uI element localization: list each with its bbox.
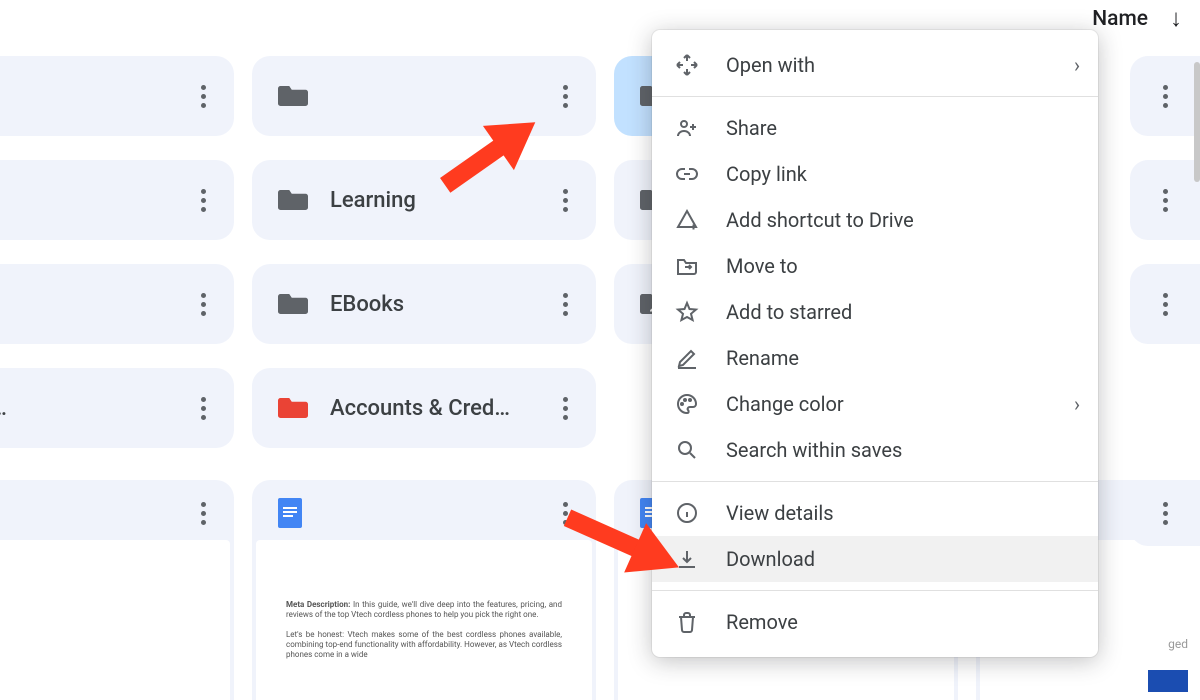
folder-item[interactable]: Accounts & Cred… — [252, 368, 596, 448]
file-preview: Net0.02522.50.025250.02522.50.02537.5127… — [0, 540, 230, 700]
menu-label: Move to — [726, 254, 1080, 278]
more-actions-button[interactable] — [552, 502, 578, 525]
folder-icon — [278, 187, 308, 213]
document-icon — [278, 498, 302, 528]
menu-label: Add to starred — [726, 300, 1080, 324]
file-card[interactable]: 251 Net0.02522.50.025250.02522.50.02537.… — [0, 480, 234, 700]
sort-direction-down-icon: ↓ — [1170, 4, 1182, 33]
menu-remove[interactable]: Remove — [652, 599, 1098, 645]
more-actions-button[interactable] — [552, 397, 578, 420]
menu-label: Open with — [726, 53, 1048, 77]
chevron-right-icon: › — [1074, 392, 1080, 416]
more-actions-button[interactable] — [190, 397, 216, 420]
more-actions-button[interactable] — [190, 502, 216, 525]
folder-item[interactable]: ec… — [0, 368, 234, 448]
context-menu: Open with › Share Copy link Add shortcut… — [652, 30, 1098, 657]
more-actions-button[interactable] — [1152, 189, 1178, 212]
sort-label: Name — [1092, 7, 1148, 31]
file-preview: Meta Description: In this guide, we'll d… — [256, 540, 592, 700]
menu-label: Search within saves — [726, 438, 1080, 462]
folder-item[interactable] — [252, 56, 596, 136]
folder-item-peek[interactable] — [1130, 264, 1200, 344]
menu-download[interactable]: Download — [652, 536, 1098, 582]
trash-icon — [674, 609, 700, 635]
folder-item[interactable]: Learning — [252, 160, 596, 240]
folder-label: ec… — [0, 396, 7, 421]
move-icon — [674, 253, 700, 279]
file-card-peek[interactable] — [1130, 480, 1200, 546]
more-actions-button[interactable] — [552, 293, 578, 316]
shortcut-icon — [674, 207, 700, 233]
folder-item[interactable]: g… — [0, 56, 234, 136]
file-peek-column — [1130, 480, 1200, 546]
menu-label: Add shortcut to Drive — [726, 208, 1080, 232]
peek-column — [1130, 56, 1200, 344]
menu-add-starred[interactable]: Add to starred — [652, 289, 1098, 335]
sort-header[interactable]: Name ↓ — [1092, 4, 1182, 33]
file-card[interactable]: Meta Description: In this guide, we'll d… — [252, 480, 596, 700]
menu-separator — [652, 481, 1098, 482]
more-actions-button[interactable] — [552, 85, 578, 108]
link-icon — [674, 161, 700, 187]
more-actions-button[interactable] — [1152, 293, 1178, 316]
more-actions-button[interactable] — [1152, 502, 1178, 525]
folder-item-peek[interactable] — [1130, 56, 1200, 136]
menu-label: Rename — [726, 346, 1080, 370]
folder-label: EBooks — [330, 292, 404, 317]
folder-item[interactable] — [0, 160, 234, 240]
menu-label: Share — [726, 116, 1080, 140]
star-icon — [674, 299, 700, 325]
menu-label: View details — [726, 501, 1080, 525]
chevron-right-icon: › — [1074, 53, 1080, 77]
more-actions-button[interactable] — [190, 293, 216, 316]
menu-separator — [652, 590, 1098, 591]
menu-copy-link[interactable]: Copy link — [652, 151, 1098, 197]
folder-label: Accounts & Cred… — [330, 396, 510, 421]
menu-change-color[interactable]: Change color › — [652, 381, 1098, 427]
folder-item-peek[interactable] — [1130, 160, 1200, 240]
scrollbar[interactable] — [1194, 62, 1200, 182]
folder-label: Learning — [330, 188, 416, 213]
menu-add-shortcut[interactable]: Add shortcut to Drive — [652, 197, 1098, 243]
more-actions-button[interactable] — [1152, 85, 1178, 108]
share-icon — [674, 115, 700, 141]
palette-icon — [674, 391, 700, 417]
folder-icon — [278, 291, 308, 317]
folder-icon-red — [278, 395, 308, 421]
search-icon — [674, 437, 700, 463]
more-actions-button[interactable] — [552, 189, 578, 212]
menu-label: Change color — [726, 392, 1048, 416]
more-actions-button[interactable] — [190, 189, 216, 212]
rename-icon — [674, 345, 700, 371]
menu-share[interactable]: Share — [652, 105, 1098, 151]
folder-icon — [278, 83, 308, 109]
menu-move-to[interactable]: Move to — [652, 243, 1098, 289]
ged-label: ged — [1168, 637, 1188, 651]
menu-label: Download — [726, 547, 1080, 571]
info-icon — [674, 500, 700, 526]
menu-label: Copy link — [726, 162, 1080, 186]
menu-rename[interactable]: Rename — [652, 335, 1098, 381]
folder-item[interactable] — [0, 264, 234, 344]
menu-open-with[interactable]: Open with › — [652, 42, 1098, 88]
open-with-icon — [674, 52, 700, 78]
menu-search-within[interactable]: Search within saves — [652, 427, 1098, 473]
menu-separator — [652, 96, 1098, 97]
download-icon — [674, 546, 700, 572]
more-actions-button[interactable] — [190, 85, 216, 108]
blue-block — [1148, 670, 1188, 692]
folder-item[interactable]: EBooks — [252, 264, 596, 344]
menu-label: Remove — [726, 610, 1080, 634]
menu-view-details[interactable]: View details — [652, 490, 1098, 536]
